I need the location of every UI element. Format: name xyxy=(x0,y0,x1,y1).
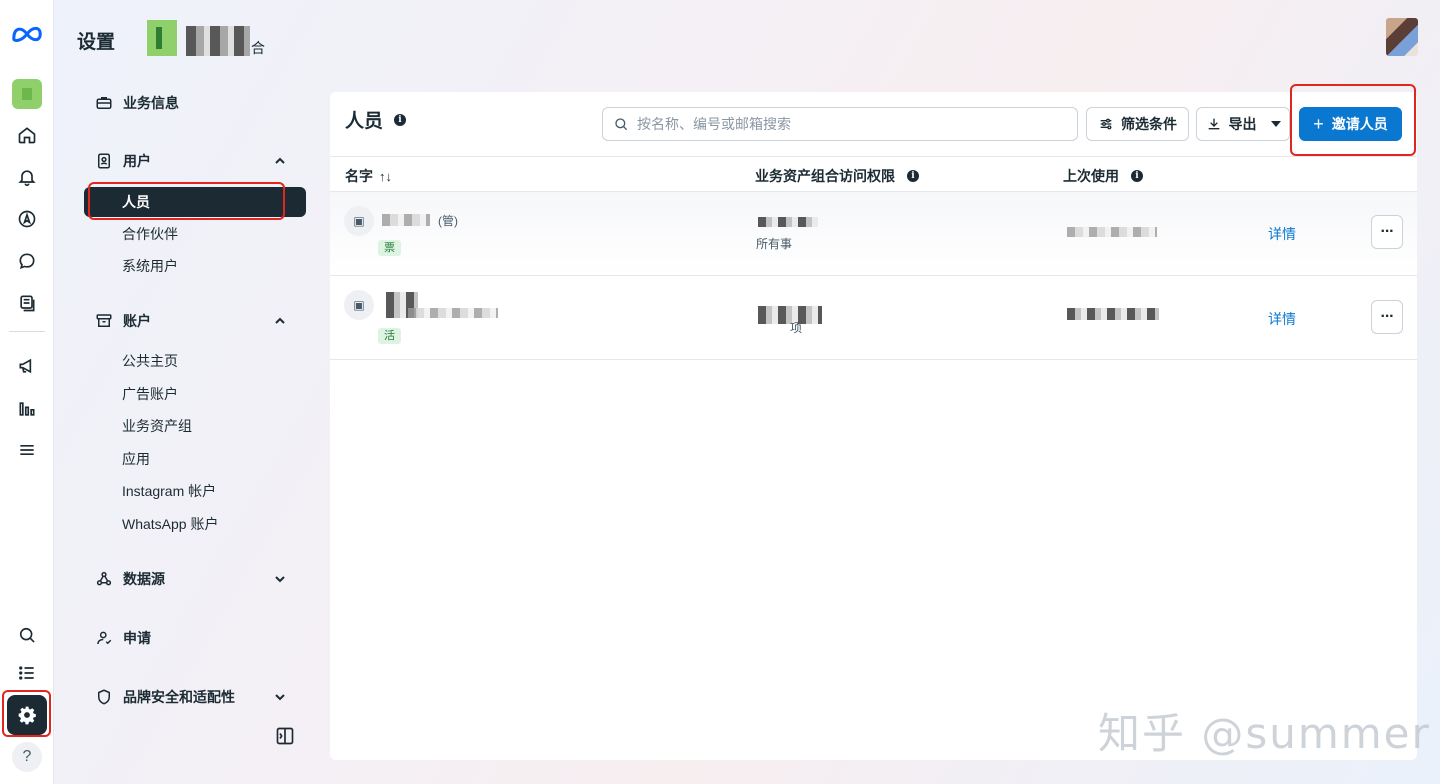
watermark-text: 知乎 @summer xyxy=(1098,709,1431,758)
gear-icon[interactable] xyxy=(7,695,47,735)
table-header: 名字 ↑↓ 业务资产组合访问权限 i 上次使用 i xyxy=(330,156,1417,192)
nav-item-whatsapp[interactable]: WhatsApp 账户 xyxy=(84,509,306,539)
people-panel: 人员 i 筛选条件 导出 + 邀请人员 名字 ↑↓ 业务资产组合访问权限 i 上… xyxy=(330,92,1417,760)
nav-data-sources-label: 数据源 xyxy=(123,571,165,587)
list-icon[interactable] xyxy=(7,653,47,693)
column-name-label: 名字 xyxy=(345,168,373,184)
sort-icon[interactable]: ↑↓ xyxy=(379,169,392,184)
more-options-button[interactable]: ··· xyxy=(1371,215,1403,249)
status-badge: 活 xyxy=(378,328,401,344)
nav-item-apps[interactable]: 应用 xyxy=(84,444,306,474)
left-rail: ? xyxy=(0,0,54,784)
nav-item-instagram[interactable]: Instagram 帐户 xyxy=(84,476,306,506)
collapse-sidebar-icon[interactable] xyxy=(275,726,295,746)
info-icon[interactable]: i xyxy=(907,170,919,182)
archive-icon xyxy=(94,311,114,331)
info-icon[interactable]: i xyxy=(394,114,406,126)
status-badge: 票 xyxy=(378,240,401,256)
redacted-access xyxy=(758,217,818,227)
column-last-used: 上次使用 i xyxy=(1063,166,1143,186)
menu-icon[interactable] xyxy=(7,430,47,470)
info-icon[interactable]: i xyxy=(1131,170,1143,182)
sliders-icon xyxy=(1100,118,1112,130)
nav-requests-label: 申请 xyxy=(123,630,151,646)
nav-brand-safety[interactable]: 品牌安全和适配性 xyxy=(84,679,308,715)
export-button-label: 导出 xyxy=(1228,116,1257,132)
briefcase-icon xyxy=(94,93,114,113)
panel-title: 人员 xyxy=(345,111,384,132)
details-link[interactable]: 详情 xyxy=(1268,309,1296,329)
business-logo xyxy=(147,20,177,56)
table-row[interactable]: ▣ (管) 票 所有事 详情 ··· xyxy=(330,192,1417,276)
column-asset-access-label: 业务资产组合访问权限 xyxy=(755,168,895,184)
business-name: 合 xyxy=(251,40,265,56)
column-last-used-label: 上次使用 xyxy=(1063,168,1119,184)
person-avatar-icon: ▣ xyxy=(344,206,374,236)
business-name-redacted xyxy=(186,26,250,56)
person-name-suffix: (管) xyxy=(438,214,458,228)
search-input[interactable] xyxy=(637,116,1057,132)
compass-icon[interactable] xyxy=(7,199,47,239)
page-title: 设置 xyxy=(77,32,116,53)
home-icon[interactable] xyxy=(7,115,47,155)
nav-item-system-users[interactable]: 系统用户 xyxy=(84,251,306,281)
chevron-down-icon xyxy=(275,576,285,583)
nav-item-ad-accounts[interactable]: 广告账户 xyxy=(84,379,306,409)
plus-icon: + xyxy=(1313,114,1324,134)
chevron-up-icon xyxy=(275,157,285,164)
megaphone-icon[interactable] xyxy=(7,346,47,386)
chevron-down-icon xyxy=(275,694,285,701)
nav-item-partners[interactable]: 合作伙伴 xyxy=(84,219,306,249)
meta-logo-icon[interactable] xyxy=(7,14,47,54)
nav-accounts-label: 账户 xyxy=(123,313,151,329)
filter-button[interactable]: 筛选条件 xyxy=(1086,107,1189,141)
nav-business-info[interactable]: 业务信息 xyxy=(84,85,308,121)
export-button[interactable]: 导出 xyxy=(1196,107,1290,141)
nav-users-label: 用户 xyxy=(123,153,151,169)
redacted-name xyxy=(382,214,430,226)
redacted-last-used xyxy=(1067,308,1159,320)
nav-item-pages[interactable]: 公共主页 xyxy=(84,346,306,376)
chat-icon[interactable] xyxy=(7,241,47,281)
nav-item-people[interactable]: 人员 xyxy=(84,187,306,217)
nav-users-section[interactable]: 用户 xyxy=(84,143,308,179)
search-icon[interactable] xyxy=(7,615,47,655)
search-icon xyxy=(615,118,628,131)
redacted-last-used xyxy=(1067,227,1157,237)
search-box[interactable] xyxy=(602,107,1078,141)
nav-business-info-label: 业务信息 xyxy=(123,95,179,111)
help-icon[interactable]: ? xyxy=(7,737,47,777)
nav-brand-safety-label: 品牌安全和适配性 xyxy=(123,689,235,705)
nav-item-asset-groups[interactable]: 业务资产组 xyxy=(84,411,306,441)
access-text: 所有事 xyxy=(756,237,793,251)
pages-icon[interactable] xyxy=(7,283,47,323)
details-link[interactable]: 详情 xyxy=(1268,224,1296,244)
chevron-up-icon xyxy=(275,317,285,324)
access-text: 项 xyxy=(790,321,803,335)
person-avatar-icon: ▣ xyxy=(344,290,374,320)
caret-down-icon xyxy=(1270,121,1281,127)
data-nodes-icon xyxy=(94,569,114,589)
download-icon xyxy=(1208,118,1219,130)
bar-chart-icon[interactable] xyxy=(7,389,47,429)
nav-accounts-section[interactable]: 账户 xyxy=(84,303,308,339)
rail-divider xyxy=(9,331,45,332)
invite-button-label: 邀请人员 xyxy=(1331,116,1388,132)
nav-data-sources[interactable]: 数据源 xyxy=(84,561,308,597)
business-avatar[interactable] xyxy=(7,74,47,114)
column-name[interactable]: 名字 ↑↓ xyxy=(345,166,392,186)
bell-icon[interactable] xyxy=(7,157,47,197)
redacted-name-2 xyxy=(408,308,498,318)
id-badge-icon xyxy=(94,151,114,171)
table-row[interactable]: ▣ 活 项 详情 ··· xyxy=(330,276,1417,360)
user-avatar[interactable] xyxy=(1386,18,1418,56)
filter-button-label: 筛选条件 xyxy=(1121,116,1177,132)
column-asset-access: 业务资产组合访问权限 i xyxy=(755,166,919,186)
person-request-icon xyxy=(94,628,114,648)
more-options-button[interactable]: ··· xyxy=(1371,300,1403,334)
shield-icon xyxy=(94,687,114,707)
nav-requests[interactable]: 申请 xyxy=(84,620,308,656)
invite-people-button[interactable]: + 邀请人员 xyxy=(1299,107,1402,141)
help-glyph: ? xyxy=(12,742,42,772)
